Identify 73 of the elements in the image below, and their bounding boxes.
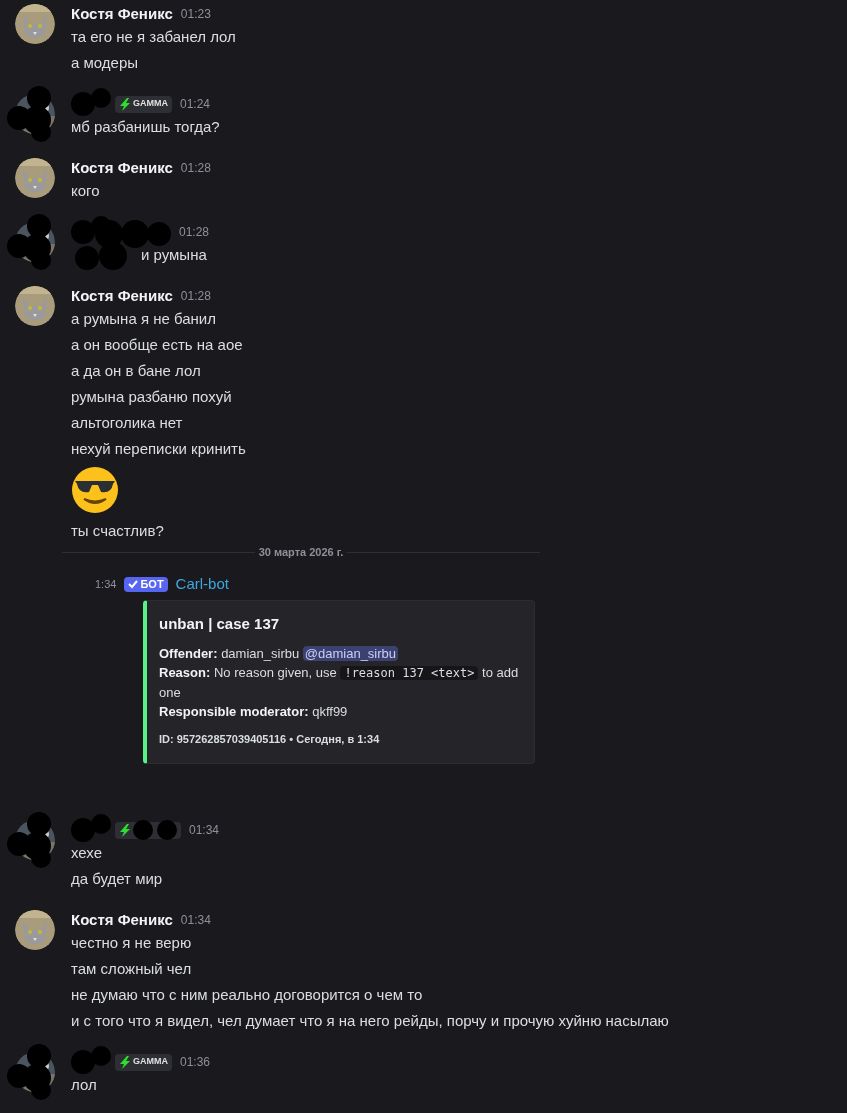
redaction-mark: [91, 88, 111, 108]
redaction-mark: [7, 234, 31, 258]
message-time: 01:24: [180, 96, 211, 112]
redaction-mark: [7, 832, 31, 856]
author-name[interactable]: Костя Феникс: [71, 908, 173, 932]
message-time: 01:34: [189, 822, 220, 838]
redaction-mark: [91, 814, 111, 834]
message-time: 01:28: [180, 288, 211, 304]
sunglasses-emoji: [71, 466, 119, 514]
author-name[interactable]: Костя Феникс: [71, 156, 173, 180]
redaction-mark: [147, 222, 171, 246]
cat-avatar: [15, 286, 55, 326]
redaction-mark: [99, 242, 127, 270]
message-time: 01:36: [180, 1054, 211, 1070]
embed-field: Responsible moderator: qkff99: [159, 701, 522, 721]
redaction-mark: [121, 220, 149, 248]
bot-badge: БОТ: [124, 576, 168, 592]
author-name[interactable]: Костя Феникс: [71, 2, 173, 26]
redaction-mark: [27, 86, 51, 110]
redaction-mark: [27, 214, 51, 238]
message-text: та его не я забанел лол: [71, 27, 236, 47]
message-time: 1:34: [95, 576, 117, 592]
message-text: мб разбанишь тогда?: [71, 117, 220, 137]
message-text: и румына: [141, 244, 207, 265]
message-time: 01:23: [180, 6, 211, 22]
message-text: а румына я не банил: [71, 309, 217, 329]
cat-avatar: [15, 4, 55, 44]
author-name[interactable]: Костя Феникс: [71, 284, 173, 308]
check-icon: [128, 579, 139, 589]
redaction-mark: [71, 220, 95, 244]
date-divider: 30 марта 2026 г.: [257, 544, 345, 560]
author-name[interactable]: Carl-bot: [175, 572, 229, 596]
redaction-mark: [7, 106, 31, 130]
message-text: ты счастлив?: [71, 521, 165, 541]
message-text: не думаю что с ним реально договорится о чем то: [71, 985, 424, 1005]
message-text: да будет мир: [71, 869, 164, 889]
lightning-icon: [119, 97, 131, 111]
message-text: честно я не верю: [71, 933, 193, 953]
user-mention[interactable]: @damian_sirbu: [302, 645, 399, 661]
inline-code: !reason 137 <text>: [340, 665, 479, 680]
redaction-mark: [133, 820, 153, 840]
message-text: хехе: [71, 843, 104, 863]
message-time: 01:34: [180, 912, 211, 928]
message-text: там сложный чел: [71, 959, 193, 979]
redaction-mark: [7, 1064, 31, 1088]
message-text: нехуй переписки кринить: [71, 439, 246, 459]
redaction-mark: [91, 1046, 111, 1066]
lightning-icon: [119, 1055, 131, 1069]
cat-avatar: [15, 158, 55, 198]
message-text: лол: [71, 1075, 98, 1095]
badge-label: GAMMA: [133, 97, 168, 111]
redaction-mark: [27, 812, 51, 836]
message-text: а модеры: [71, 53, 140, 73]
message-time: 01:28: [179, 224, 210, 240]
redaction-mark: [71, 818, 95, 842]
embed-footer: ID: 957262857039405116 • Сегодня, в 1:34: [159, 730, 522, 747]
message-text: кого: [71, 181, 101, 201]
cat-avatar: [15, 910, 55, 950]
embed-title: unban | case 137: [159, 614, 281, 634]
redaction-mark: [71, 1050, 95, 1074]
message-text: а да он в бане лол: [71, 361, 202, 381]
redaction-mark: [75, 246, 99, 270]
message-text: альтоголика нет: [71, 413, 184, 433]
embed-field: Offender: damian_sirbu @damian_sirbu: [159, 643, 522, 663]
redaction-mark: [157, 820, 177, 840]
badge-label: GAMMA: [133, 1055, 168, 1069]
message-time: 01:28: [180, 160, 211, 176]
message-text: румына разбаню похуй: [71, 387, 233, 407]
redaction-mark: [27, 1044, 51, 1068]
message-text: а он вообще есть на аое: [71, 335, 244, 355]
lightning-icon: [119, 823, 131, 837]
redaction-mark: [71, 92, 95, 116]
message-text: и с того что я видел, чел думает что я на него рейды, порчу и прочую хуйню насылаю: [71, 1011, 669, 1031]
